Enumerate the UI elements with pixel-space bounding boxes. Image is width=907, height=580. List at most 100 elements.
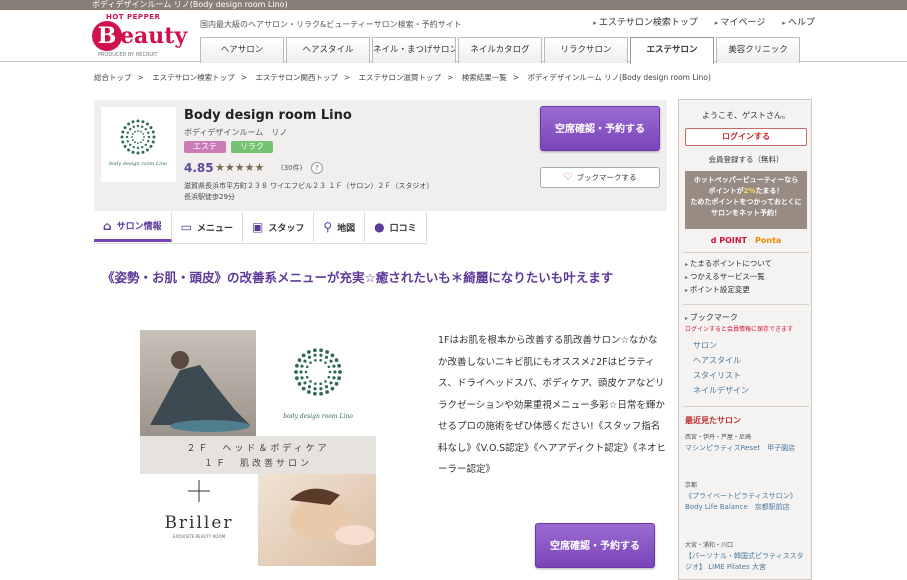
category-tabs: ヘアサロン ヘアスタイル ネイル・まつげサロン ネイルカタログ リラクサロン エ…: [200, 37, 800, 64]
point-link-services[interactable]: つかえるサービス一覧: [685, 271, 765, 282]
promo-line2: ポイントが2%たまる！: [685, 186, 807, 197]
divider: [683, 252, 809, 253]
catch-copy: 《姿勢・お肌・頭皮》の改善系メニューが充実☆癒されたいも＊綺麗になりたいも叶えま…: [102, 270, 614, 285]
promo-line2a: ポイントが: [708, 187, 744, 195]
heart-icon: ♡: [563, 172, 573, 183]
bookmark-note: ログインすると会員情報に保存できます: [685, 326, 794, 333]
subtab-staff[interactable]: ▣ スタッフ: [243, 212, 315, 242]
address-text: 滋賀県長浜市平方町２３８ ワイエフビル２３ １Ｆ（サロン）２Ｆ（スタジオ）: [184, 182, 434, 190]
salon-kana: ボディデザインルーム リノ: [184, 128, 288, 137]
tab-relax-salon[interactable]: リラクサロン: [544, 37, 628, 63]
sidebar: ようこそ、ゲストさん。 ログインする 会員登録する（無料） ホットペッパービュー…: [678, 99, 812, 580]
point-link-settings[interactable]: ポイント設定変更: [685, 284, 750, 295]
subtab-label: 口コミ: [389, 223, 417, 234]
salon-name: Body design room Lino: [184, 108, 352, 123]
promo-line3: ためたポイントをつかっておとくに: [690, 198, 802, 206]
access-text: 長浜駅徒歩29分: [184, 193, 235, 201]
breadcrumb-item[interactable]: 検索結果一覧: [462, 73, 507, 82]
subtab-label: サロン情報: [116, 222, 162, 232]
breadcrumb-item[interactable]: 総合トップ: [94, 73, 132, 82]
link-esthe-search-top[interactable]: エステサロン検索トップ: [593, 18, 698, 28]
subtab-menu[interactable]: ▭ メニュー: [172, 212, 243, 242]
subtab-salon-info[interactable]: ⌂ サロン情報: [94, 212, 172, 242]
genre-tag-relax: リラク: [231, 141, 273, 153]
bookmark-hairstyle[interactable]: ヘアスタイル: [693, 355, 741, 366]
site-header: HOT PEPPER B eauty PRODUCED BY RECRUIT 国…: [0, 10, 907, 64]
tab-hair-style[interactable]: ヘアスタイル: [286, 37, 370, 63]
recent-area: 大宮・浦和・川口: [685, 542, 734, 549]
reserve-button-top[interactable]: 空席確認・予約する: [540, 106, 660, 151]
bookmark-label: ブックマークする: [576, 173, 637, 182]
ponta-logo: Ponta: [755, 236, 782, 245]
bookmark-title[interactable]: ブックマーク: [685, 312, 738, 323]
recent-salon-item[interactable]: 大宮・浦和・川口 【パーソナル・韓国式ピラティススタジオ】 LIME Pilat…: [685, 540, 807, 573]
logo-word: eauty: [120, 23, 188, 49]
tab-nail-eyelash[interactable]: ネイル・まつげサロン: [372, 37, 456, 63]
salon-subnav: ⌂ サロン情報 ▭ メニュー ▣ スタッフ ⚲ 地図 ● 口コミ: [94, 212, 427, 244]
bookmark-salon[interactable]: サロン: [693, 340, 717, 351]
subtab-label: スタッフ: [268, 223, 305, 234]
bookmark-stylist[interactable]: スタイリスト: [693, 370, 741, 381]
rating-stars: ★★★★★: [215, 161, 265, 174]
salon-main-photo: body design room Lino ２Ｆ ヘッド＆ボディケア １Ｆ 肌改…: [140, 330, 376, 566]
help-icon[interactable]: ?: [311, 162, 323, 174]
point-logos: d POINT Ponta: [685, 236, 807, 245]
photo-logo-text: body design room Lino: [283, 413, 353, 420]
header-links: エステサロン検索トップ マイページ ヘルプ: [579, 15, 815, 28]
recent-area: 西宮・伊丹・芦屋・尼崎: [685, 434, 752, 441]
promo-line2c: たまる！: [755, 187, 784, 195]
divider: [683, 406, 809, 407]
recent-salon-item[interactable]: 京都 《プライベートピラティスサロン》Body Life Balance 京都駅…: [685, 480, 807, 513]
tab-hair-salon[interactable]: ヘアサロン: [200, 37, 284, 63]
hotpepper-beauty-logo[interactable]: HOT PEPPER B eauty PRODUCED BY RECRUIT: [92, 13, 188, 59]
genre-tag-esthe: エステ: [184, 141, 226, 153]
dpoint-logo: d POINT: [710, 236, 748, 245]
point-link-about[interactable]: たまるポイントについて: [685, 258, 772, 269]
bookmark-nail[interactable]: ネイルデザイン: [693, 385, 749, 396]
recent-name: マシンピラティスReset 甲子園店: [685, 444, 796, 452]
rating-value: 4.85: [184, 161, 214, 175]
ticket-icon: ▭: [180, 220, 192, 234]
logo-top-text: HOT PEPPER: [106, 13, 161, 21]
link-mypage[interactable]: マイページ: [715, 18, 766, 28]
map-pin-icon: ⚲: [323, 220, 333, 234]
briller-sub: EXQUISITE BEAUTY ROOM: [173, 534, 226, 539]
promo-line4: サロンをネット予約！: [711, 209, 781, 217]
promo-rate: 2%: [743, 187, 756, 195]
welcome-text: ようこそ、ゲストさん。: [702, 111, 790, 120]
register-link[interactable]: 会員登録する（無料）: [679, 154, 813, 165]
breadcrumb-item[interactable]: エステサロン関西トップ: [255, 73, 338, 82]
point-promo-banner[interactable]: ホットペッパービューティーなら ポイントが2%たまる！ ためたポイントをつかって…: [685, 171, 807, 229]
divider: [683, 304, 809, 305]
top-bar-title: ボディデザインルーム リノ(Body design room Lino): [92, 0, 288, 9]
recent-salon-item[interactable]: 西宮・伊丹・芦屋・尼崎 マシンピラティスReset 甲子園店: [685, 432, 807, 454]
breadcrumb: 総合トップ > エステサロン検索トップ > エステサロン関西トップ > エステサロン滋…: [94, 73, 711, 82]
review-count[interactable]: (30件): [281, 163, 302, 173]
subtab-reviews[interactable]: ● 口コミ: [365, 212, 427, 242]
photo-caption-line2: １Ｆ 肌改善サロン: [204, 457, 312, 469]
salon-logo: body design room Lino: [101, 107, 176, 182]
link-help[interactable]: ヘルプ: [782, 18, 815, 28]
breadcrumb-item[interactable]: エステサロン検索トップ: [152, 73, 235, 82]
home-icon: ⌂: [103, 218, 112, 233]
breadcrumb-current: ボディデザインルーム リノ(Body design room Lino): [527, 73, 711, 82]
salon-address: 滋賀県長浜市平方町２３８ ワイエフビル２３ １Ｆ（サロン）２Ｆ（スタジオ） 長浜…: [184, 181, 433, 203]
dotted-circle-icon: body design room Lino: [109, 119, 167, 167]
chat-icon: ●: [374, 220, 385, 234]
recent-name: 《プライベートピラティスサロン》Body Life Balance 京都駅前店: [685, 492, 797, 511]
top-bar: ボディデザインルーム リノ(Body design room Lino): [0, 0, 907, 10]
staff-icon: ▣: [251, 220, 264, 234]
reserve-button-bottom[interactable]: 空席確認・予約する: [535, 523, 655, 568]
recent-salons-title: 最近見たサロン: [685, 416, 741, 425]
tab-nail-catalog[interactable]: ネイルカタログ: [458, 37, 542, 63]
bookmark-button[interactable]: ♡ ブックマークする: [540, 167, 660, 188]
breadcrumb-item[interactable]: エステサロン滋賀トップ: [359, 73, 442, 82]
tab-esthe-salon[interactable]: エステサロン: [630, 37, 714, 64]
salon-description: 1Fはお肌を根本から改善する肌改善サロン☆なかなか改善しないニキビ肌にもオススメ…: [438, 335, 667, 475]
logo-b-mark: B: [92, 21, 122, 51]
photo-caption-line1: ２Ｆ ヘッド＆ボディケア: [186, 442, 329, 454]
tab-beauty-clinic[interactable]: 美容クリニック: [716, 37, 800, 63]
subtab-map[interactable]: ⚲ 地図: [314, 212, 366, 242]
login-button[interactable]: ログインする: [685, 128, 807, 146]
salon-logo-text: body design room Lino: [109, 161, 167, 167]
